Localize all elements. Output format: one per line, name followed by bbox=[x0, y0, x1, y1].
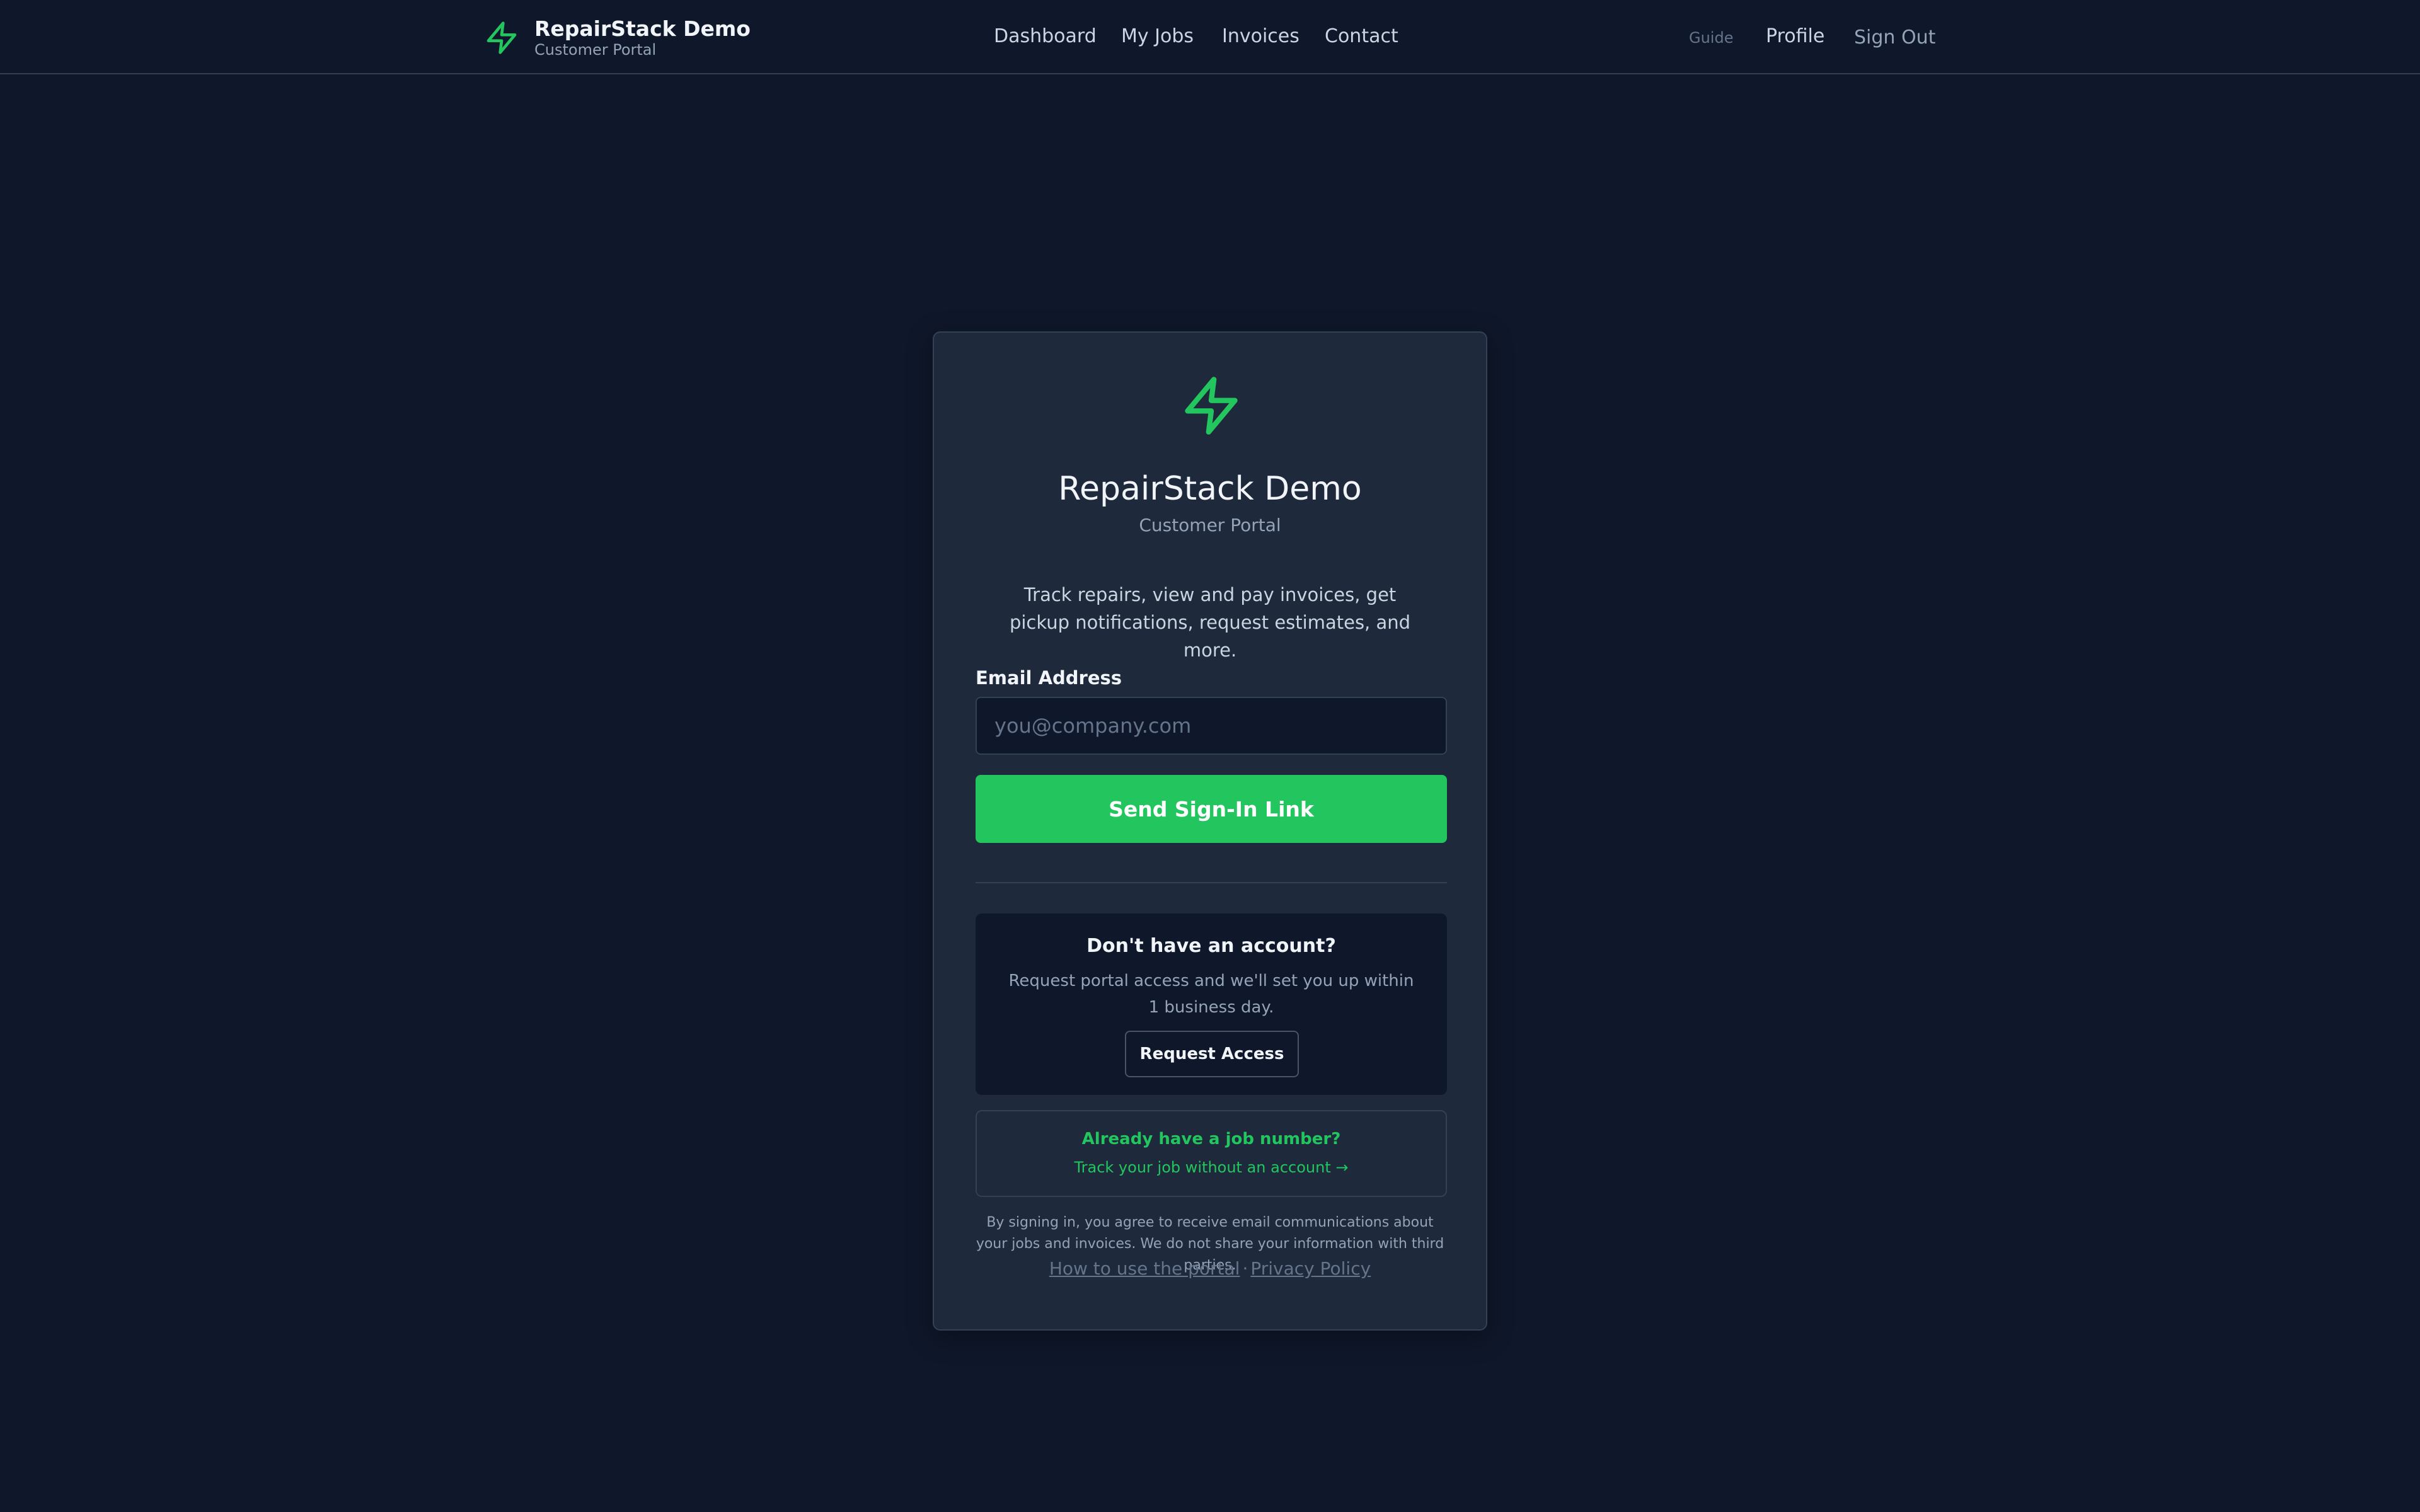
card-title: RepairStack Demo bbox=[1058, 470, 1362, 508]
sign-in-card: RepairStack Demo Customer Portal Track r… bbox=[933, 331, 1487, 1331]
request-access-button[interactable]: Request Access bbox=[1125, 1031, 1299, 1077]
sign-out-link[interactable]: Sign Out bbox=[1854, 25, 1935, 50]
top-navigation-bar: RepairStack Demo Customer Portal Dashboa… bbox=[0, 0, 2420, 74]
footer-separator: · bbox=[1242, 1258, 1248, 1279]
track-job-link[interactable]: Track your job without an account → bbox=[977, 1157, 1446, 1178]
nav-link-contact[interactable]: Contact bbox=[1325, 24, 1398, 49]
footer-links: How to use the portal · Privacy Policy bbox=[934, 1256, 1486, 1281]
profile-link[interactable]: Profile bbox=[1766, 24, 1824, 49]
request-access-panel: Don't have an account? Request portal ac… bbox=[976, 914, 1447, 1095]
brand-name: RepairStack Demo bbox=[534, 16, 751, 41]
track-job-panel: Already have a job number? Track your jo… bbox=[976, 1110, 1447, 1197]
email-label: Email Address bbox=[976, 667, 1122, 689]
card-description: Track repairs, view and pay invoices, ge… bbox=[1009, 584, 1411, 661]
privacy-policy-link[interactable]: Privacy Policy bbox=[1250, 1258, 1371, 1279]
lightning-bolt-icon bbox=[487, 21, 517, 54]
lightning-bolt-icon bbox=[1185, 377, 1238, 435]
brand-subtitle: Customer Portal bbox=[534, 41, 657, 59]
signup-text: Request portal access and we'll set you … bbox=[1008, 971, 1414, 1017]
track-title: Already have a job number? bbox=[1081, 1130, 1341, 1148]
guide-link[interactable]: Guide bbox=[1689, 25, 1733, 50]
signup-title: Don't have an account? bbox=[1086, 935, 1336, 957]
send-sign-in-link-button[interactable]: Send Sign-In Link bbox=[976, 775, 1447, 843]
card-subtitle: Customer Portal bbox=[1139, 515, 1281, 536]
nav-link-my-jobs[interactable]: My Jobs bbox=[1121, 24, 1194, 49]
email-field[interactable] bbox=[976, 697, 1447, 755]
nav-link-dashboard[interactable]: Dashboard bbox=[994, 24, 1097, 49]
divider bbox=[976, 882, 1447, 883]
nav-link-invoices[interactable]: Invoices bbox=[1222, 24, 1299, 49]
how-to-use-link[interactable]: How to use the portal bbox=[1049, 1258, 1240, 1279]
